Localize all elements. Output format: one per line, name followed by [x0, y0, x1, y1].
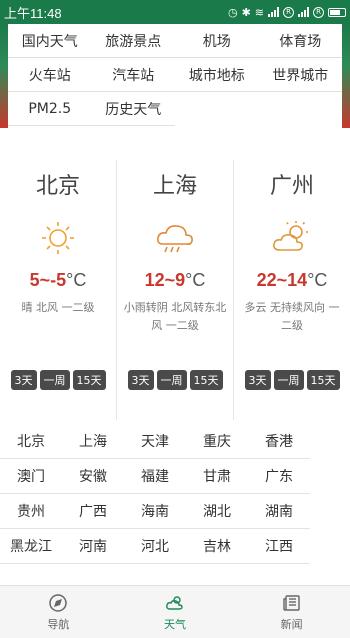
province-item[interactable]: 甘肃 — [186, 459, 248, 494]
signal-icon-1 — [268, 7, 279, 17]
province-item[interactable]: 湖北 — [186, 494, 248, 529]
category-train-station[interactable]: 火车站 — [8, 58, 92, 92]
city-panel-guangzhou[interactable]: 广州 22~14°C 多云 无持续风向 一二级 3天 一周 15天 — [233, 160, 350, 420]
weather-icon — [166, 595, 183, 610]
weather-description: 小雨转阴 北风转东北风 一二级 — [123, 301, 227, 332]
roaming-icon-2: R — [313, 6, 324, 18]
bluetooth-icon: ✱ — [241, 5, 251, 19]
forecast-3day-button[interactable]: 3天 — [127, 370, 154, 390]
category-empty-1 — [175, 92, 259, 126]
province-item[interactable]: 重庆 — [186, 424, 248, 459]
category-tourist-spots[interactable]: 旅游景点 — [91, 24, 175, 58]
temperature: 12~9°C — [144, 270, 206, 290]
category-domestic-weather[interactable]: 国内天气 — [8, 24, 92, 58]
nav-navigation[interactable]: 导航 — [0, 586, 117, 638]
province-item[interactable]: 贵州 — [0, 494, 62, 529]
category-accent-right — [342, 24, 350, 128]
forecast-3day-button[interactable]: 3天 — [244, 370, 271, 390]
temp-unit: °C — [307, 270, 328, 290]
forecast-buttons: 3天 一周 15天 — [0, 370, 116, 390]
sun-icon — [42, 222, 74, 254]
nav-navigation-label: 导航 — [47, 617, 70, 631]
province-item[interactable]: 湖南 — [248, 494, 310, 529]
province-item[interactable]: 海南 — [124, 494, 186, 529]
province-item[interactable]: 澳门 — [0, 459, 62, 494]
province-item[interactable]: 天津 — [124, 424, 186, 459]
temperature: 5~-5°C — [29, 270, 87, 290]
partly-cloudy-icon — [273, 221, 308, 251]
forecast-15day-button[interactable]: 15天 — [306, 370, 340, 390]
forecast-15day-button[interactable]: 15天 — [189, 370, 223, 390]
temp-low: 14 — [287, 270, 308, 290]
status-bar: 上午11:48 ◷ ✱ ≋ R R — [0, 0, 350, 24]
compass-icon — [49, 593, 68, 612]
province-item[interactable]: 安徽 — [62, 459, 124, 494]
province-grid: 北京 上海 天津 重庆 香港 澳门 安徽 福建 甘肃 广东 贵州 广西 海南 湖… — [0, 424, 310, 564]
alarm-icon: ◷ — [227, 5, 238, 19]
city-name: 上海 — [152, 174, 197, 199]
forecast-week-button[interactable]: 一周 — [156, 370, 187, 390]
category-stadium[interactable]: 体育场 — [258, 24, 342, 58]
province-item[interactable]: 广西 — [62, 494, 124, 529]
temperature: 22~14°C — [256, 270, 328, 290]
forecast-week-button[interactable]: 一周 — [39, 370, 70, 390]
temp-high: 12 — [144, 270, 165, 290]
category-world-cities[interactable]: 世界城市 — [258, 58, 342, 92]
weather-description: 多云 无持续风向 一二级 — [244, 301, 340, 332]
battery-icon — [328, 7, 346, 17]
status-time: 上午11:48 — [4, 5, 62, 21]
category-empty-2 — [259, 92, 343, 126]
province-item[interactable]: 香港 — [248, 424, 310, 459]
nav-weather[interactable]: 天气 — [117, 586, 234, 638]
roaming-icon-1: R — [283, 6, 294, 18]
city-weather-row: 北京 5~-5°C 晴 北风 一二级 3天 一周 15天 上海 12~9°C 小… — [0, 160, 350, 420]
forecast-15day-button[interactable]: 15天 — [72, 370, 106, 390]
temp-high: 5 — [29, 270, 40, 290]
nav-news[interactable]: 新闻 — [233, 586, 350, 638]
forecast-buttons: 3天 一周 15天 — [234, 370, 350, 390]
nav-news-label: 新闻 — [280, 617, 303, 631]
nav-weather-label: 天气 — [164, 617, 186, 631]
province-item[interactable]: 黑龙江 — [0, 529, 62, 564]
temp-unit: °C — [66, 270, 87, 290]
province-item[interactable]: 福建 — [124, 459, 186, 494]
city-panel-shanghai[interactable]: 上海 12~9°C 小雨转阴 北风转东北风 一二级 3天 一周 15天 — [116, 160, 233, 420]
category-landmark[interactable]: 城市地标 — [175, 58, 259, 92]
category-history-weather[interactable]: 历史天气 — [91, 92, 175, 126]
forecast-week-button[interactable]: 一周 — [273, 370, 304, 390]
temp-low: -5 — [50, 270, 67, 290]
province-item[interactable]: 上海 — [62, 424, 124, 459]
city-name: 北京 — [35, 174, 80, 199]
newspaper-icon — [282, 594, 300, 611]
forecast-3day-button[interactable]: 3天 — [10, 370, 37, 390]
province-item[interactable]: 河北 — [124, 529, 186, 564]
bottom-nav: 导航 天气 新闻 — [0, 585, 350, 638]
temp-high: 22 — [256, 270, 277, 290]
category-airport[interactable]: 机场 — [175, 24, 259, 58]
temp-low: 9 — [175, 270, 186, 290]
province-item[interactable]: 北京 — [0, 424, 62, 459]
status-icons: ◷ ✱ ≋ R R — [227, 5, 346, 19]
forecast-buttons: 3天 一周 15天 — [117, 370, 233, 390]
category-grid: 国内天气 旅游景点 机场 体育场 火车站 汽车站 城市地标 世界城市 PM2.5… — [8, 24, 342, 126]
city-name: 广州 — [269, 174, 314, 199]
category-pm25[interactable]: PM2.5 — [8, 92, 92, 126]
weather-description: 晴 北风 一二级 — [21, 301, 95, 314]
category-accent-left — [0, 24, 8, 128]
rain-cloud-icon — [157, 225, 193, 253]
province-item[interactable]: 吉林 — [186, 529, 248, 564]
province-item[interactable]: 江西 — [248, 529, 310, 564]
province-item[interactable]: 广东 — [248, 459, 310, 494]
city-panel-beijing[interactable]: 北京 5~-5°C 晴 北风 一二级 3天 一周 15天 — [0, 160, 116, 420]
signal-icon-2 — [298, 7, 309, 17]
province-item[interactable]: 河南 — [62, 529, 124, 564]
temp-unit: °C — [185, 270, 206, 290]
category-bus-station[interactable]: 汽车站 — [91, 58, 175, 92]
wifi-icon: ≋ — [254, 5, 264, 19]
